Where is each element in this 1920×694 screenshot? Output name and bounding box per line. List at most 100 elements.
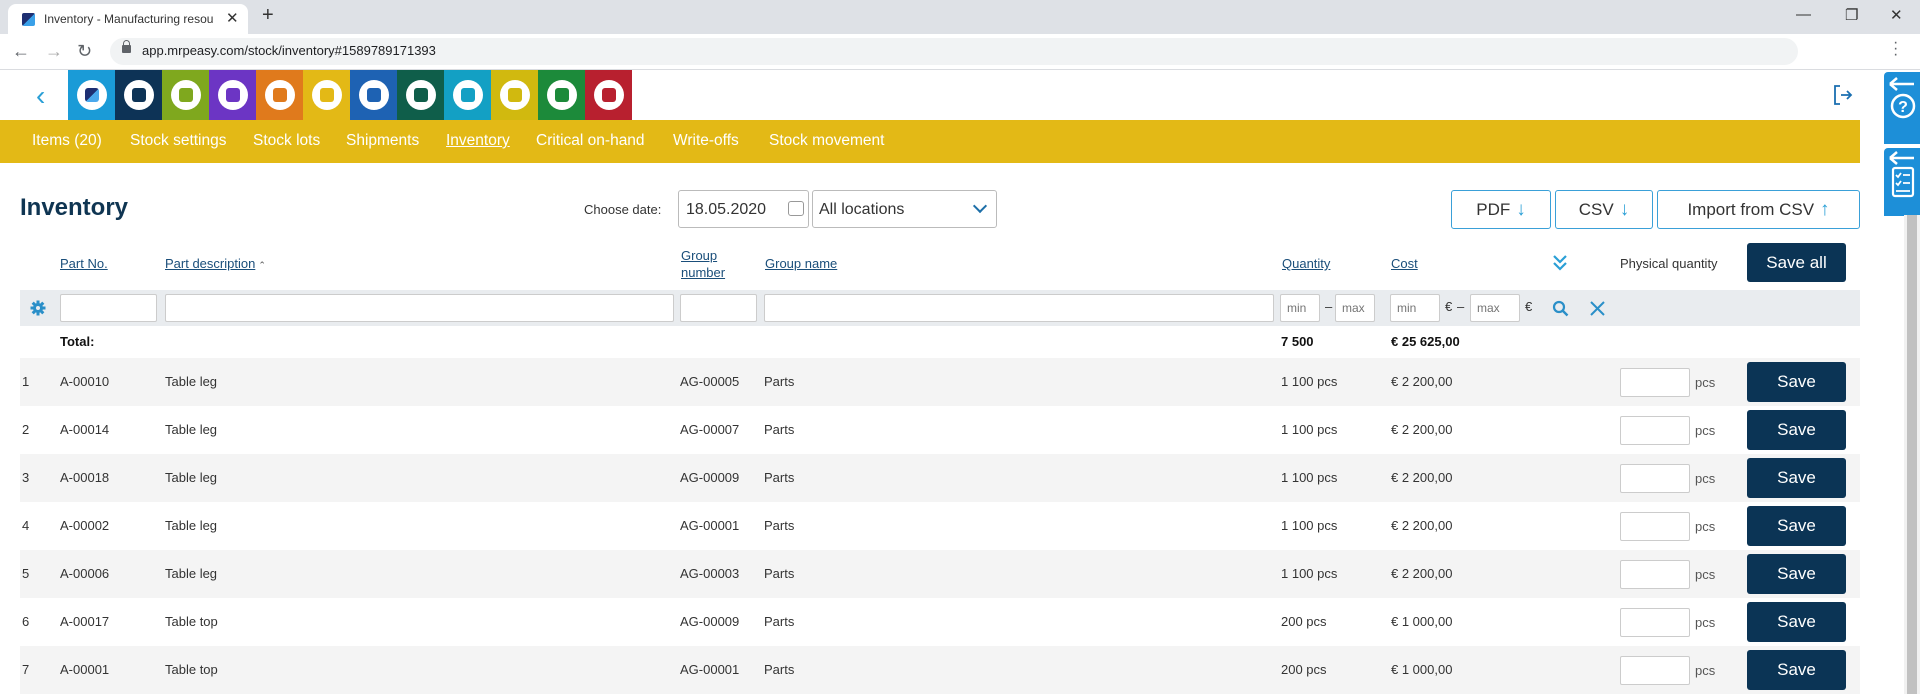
- cost-max-filter[interactable]: [1470, 294, 1520, 322]
- forward-arrow-icon[interactable]: →: [45, 41, 63, 62]
- checklist-side-tab[interactable]: [1884, 148, 1920, 216]
- unit-label: pcs: [1695, 567, 1716, 582]
- group-number-cell: AG-00001: [680, 662, 740, 677]
- app-module-tile[interactable]: [538, 70, 585, 120]
- new-tab-icon[interactable]: +: [262, 4, 274, 27]
- app-module-icons: [68, 70, 632, 120]
- folder-icon: [405, 80, 436, 110]
- tab-write-offs[interactable]: Write-offs: [673, 132, 739, 150]
- quantity-max-filter[interactable]: [1335, 294, 1375, 322]
- tab-shipments[interactable]: Shipments: [346, 132, 419, 150]
- quantity-min-filter[interactable]: [1280, 294, 1320, 322]
- app-module-tile[interactable]: [585, 70, 632, 120]
- col-header-part-description[interactable]: Part description ⌃: [165, 256, 266, 271]
- tab-items[interactable]: Items (20): [32, 132, 102, 150]
- part-no-cell: A-00001: [60, 662, 110, 677]
- col-header-part-no[interactable]: Part No.: [60, 256, 108, 271]
- gear-icon[interactable]: [30, 300, 46, 316]
- location-select[interactable]: All locations: [812, 190, 997, 228]
- physical-quantity-input[interactable]: [1620, 608, 1690, 637]
- expand-columns-icon[interactable]: [1552, 254, 1568, 272]
- back-chevron-icon[interactable]: ‹: [36, 80, 45, 112]
- col-header-cost[interactable]: Cost: [1391, 256, 1418, 271]
- app-module-tile[interactable]: [162, 70, 209, 120]
- date-input[interactable]: 18.05.2020: [678, 190, 809, 228]
- gift-icon: [546, 80, 577, 110]
- csv-export-button[interactable]: CSV ↓: [1555, 190, 1653, 229]
- app-module-tile[interactable]: [397, 70, 444, 120]
- back-arrow-icon[interactable]: ←: [12, 41, 30, 62]
- browser-menu-icon[interactable]: · · ·: [1893, 35, 1898, 63]
- save-row-button[interactable]: Save: [1747, 650, 1846, 690]
- close-tab-icon[interactable]: ✕: [226, 9, 239, 27]
- cost-cell: € 2 200,00: [1391, 566, 1453, 581]
- save-row-button[interactable]: Save: [1747, 602, 1846, 642]
- calendar-icon[interactable]: [788, 201, 804, 216]
- tab-stock-lots[interactable]: Stock lots: [253, 132, 320, 150]
- app-module-tile[interactable]: [350, 70, 397, 120]
- box-icon: [311, 80, 342, 110]
- tab-critical-on-hand[interactable]: Critical on-hand: [536, 132, 645, 150]
- group-name-cell: Parts: [764, 662, 795, 677]
- app-module-tile[interactable]: [115, 70, 162, 120]
- group-number-filter[interactable]: [680, 294, 757, 322]
- group-name-filter[interactable]: [764, 294, 1274, 322]
- app-module-tile[interactable]: [256, 70, 303, 120]
- unit-label: pcs: [1695, 519, 1716, 534]
- col-header-group-number[interactable]: Group number: [681, 247, 725, 281]
- window-close-icon[interactable]: ✕: [1890, 6, 1903, 24]
- clear-filters-icon[interactable]: [1589, 300, 1606, 317]
- minimize-icon[interactable]: —: [1796, 6, 1811, 23]
- physical-quantity-input[interactable]: [1620, 464, 1690, 493]
- tab-inventory[interactable]: Inventory: [446, 132, 510, 150]
- tab-stock-settings[interactable]: Stock settings: [130, 132, 227, 150]
- save-row-button[interactable]: Save: [1747, 554, 1846, 594]
- app-module-tile[interactable]: [209, 70, 256, 120]
- row-number: 2: [22, 422, 30, 437]
- tab-stock-movement[interactable]: Stock movement: [769, 132, 884, 150]
- app-module-tile[interactable]: [444, 70, 491, 120]
- app-module-tile[interactable]: [68, 70, 115, 120]
- page-scrollbar[interactable]: [1904, 215, 1920, 694]
- physical-quantity-input[interactable]: [1620, 656, 1690, 685]
- cost-min-filter[interactable]: [1390, 294, 1440, 322]
- part-description-cell: Table leg: [165, 518, 218, 533]
- reload-icon[interactable]: ↻: [77, 41, 92, 62]
- save-row-button[interactable]: Save: [1747, 362, 1846, 402]
- part-no-filter[interactable]: [60, 294, 157, 322]
- app-module-tile[interactable]: [491, 70, 538, 120]
- arrow-up-icon: ↑: [1820, 198, 1830, 220]
- part-description-cell: Table top: [165, 614, 218, 629]
- part-description-filter[interactable]: [165, 294, 674, 322]
- table-row: 6 A-00017 Table top AG-00009 Parts 200 pcs € 1…: [20, 598, 1860, 646]
- app-module-tile[interactable]: [303, 70, 350, 120]
- pdf-export-button[interactable]: PDF ↓: [1451, 190, 1551, 229]
- physical-quantity-input[interactable]: [1620, 368, 1690, 397]
- col-header-group-name[interactable]: Group name: [765, 256, 837, 271]
- chevron-down-icon: [972, 198, 988, 214]
- physical-quantity-input[interactable]: [1620, 416, 1690, 445]
- group-number-cell: AG-00001: [680, 518, 740, 533]
- physical-quantity-input[interactable]: [1620, 512, 1690, 541]
- save-row-button[interactable]: Save: [1747, 458, 1846, 498]
- physical-quantity-input[interactable]: [1620, 560, 1690, 589]
- search-icon[interactable]: [1552, 300, 1569, 317]
- table-row: 4 A-00002 Table leg AG-00001 Parts 1 100 pcs €…: [20, 502, 1860, 550]
- table-row: 2 A-00014 Table leg AG-00007 Parts 1 100 pcs €…: [20, 406, 1860, 454]
- favicon-icon: [22, 13, 35, 26]
- group-name-cell: Parts: [764, 566, 795, 581]
- col-header-quantity[interactable]: Quantity: [1282, 256, 1330, 271]
- group-number-line2: number: [681, 265, 726, 280]
- save-row-button[interactable]: Save: [1747, 506, 1846, 546]
- import-label: Import from CSV: [1687, 199, 1815, 219]
- address-bar[interactable]: app.mrpeasy.com/stock/inventory#15897891…: [110, 38, 1798, 65]
- import-csv-button[interactable]: Import from CSV ↑: [1657, 190, 1860, 229]
- restore-icon[interactable]: ❐: [1845, 6, 1858, 24]
- help-side-tab[interactable]: ?: [1884, 72, 1920, 144]
- save-row-button[interactable]: Save: [1747, 410, 1846, 450]
- browser-toolbar: ← → ↻ app.mrpeasy.com/stock/inventory#15…: [0, 34, 1920, 70]
- scrollbar-thumb[interactable]: [1907, 215, 1917, 694]
- browser-tab[interactable]: Inventory - Manufacturing resou ✕: [8, 4, 248, 34]
- logout-icon[interactable]: [1832, 84, 1854, 106]
- save-all-button[interactable]: Save all: [1747, 243, 1846, 282]
